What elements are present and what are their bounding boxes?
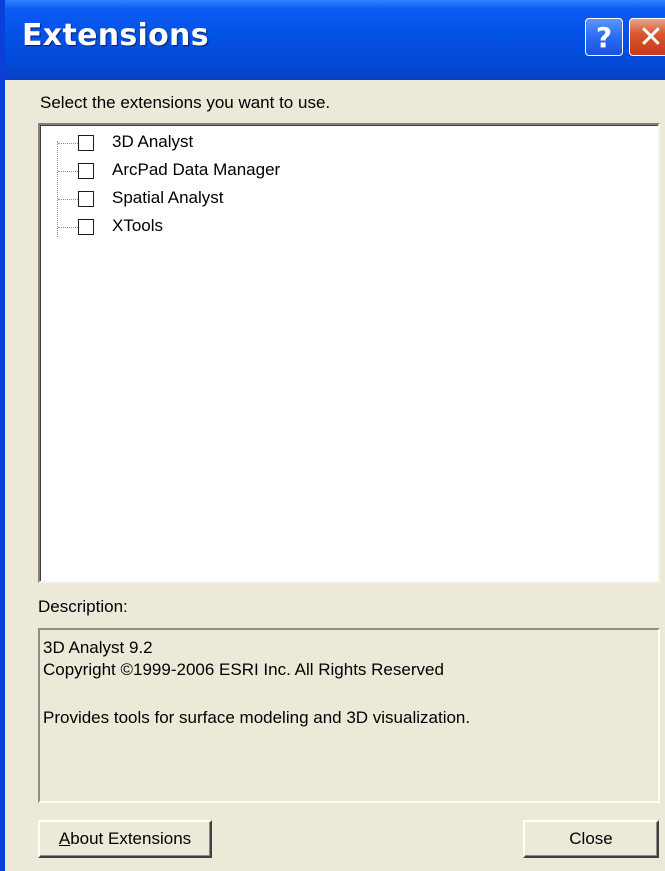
extension-label[interactable]: ArcPad Data Manager bbox=[112, 160, 280, 180]
tree-branch bbox=[58, 227, 78, 228]
help-button[interactable]: ? bbox=[585, 18, 623, 56]
close-label: Close bbox=[569, 829, 613, 848]
extension-label[interactable]: Spatial Analyst bbox=[112, 188, 224, 208]
tree-branch bbox=[58, 143, 78, 144]
about-extensions-button[interactable]: About Extensions bbox=[38, 820, 212, 858]
list-item-xtools[interactable]: XTools bbox=[40, 213, 640, 241]
extensions-dialog: Extensions ? ✕ Select the extensions you… bbox=[0, 0, 665, 871]
list-item-3d-analyst[interactable]: 3D Analyst bbox=[40, 129, 640, 157]
checkbox[interactable] bbox=[78, 135, 94, 151]
title-bar[interactable]: Extensions ? ✕ bbox=[5, 0, 665, 80]
about-label: bout Extensions bbox=[70, 829, 192, 848]
tree-branch bbox=[58, 199, 78, 200]
description-summary: Provides tools for surface modeling and … bbox=[43, 708, 471, 727]
help-icon: ? bbox=[595, 20, 613, 54]
list-item-arcpad-data-manager[interactable]: ArcPad Data Manager bbox=[40, 157, 640, 185]
checkbox[interactable] bbox=[78, 191, 94, 207]
window-close-button[interactable]: ✕ bbox=[629, 18, 665, 56]
extension-label[interactable]: XTools bbox=[112, 216, 163, 236]
description-copyright: Copyright ©1999-2006 ESRI Inc. All Right… bbox=[43, 660, 444, 679]
extensions-list[interactable]: 3D Analyst ArcPad Data Manager Spatial A… bbox=[38, 123, 660, 583]
checkbox[interactable] bbox=[78, 219, 94, 235]
extension-label[interactable]: 3D Analyst bbox=[112, 132, 193, 152]
description-box: 3D Analyst 9.2 Copyright ©1999-2006 ESRI… bbox=[38, 628, 660, 803]
close-icon: ✕ bbox=[638, 19, 664, 55]
instruction-text: Select the extensions you want to use. bbox=[40, 93, 331, 112]
description-title: 3D Analyst 9.2 bbox=[43, 638, 153, 657]
tree-branch bbox=[58, 171, 78, 172]
window-title: Extensions bbox=[22, 18, 209, 53]
about-mnemonic: A bbox=[58, 829, 71, 848]
checkbox[interactable] bbox=[78, 163, 94, 179]
description-label: Description: bbox=[38, 597, 128, 616]
list-item-spatial-analyst[interactable]: Spatial Analyst bbox=[40, 185, 640, 213]
close-button[interactable]: Close bbox=[523, 820, 659, 858]
